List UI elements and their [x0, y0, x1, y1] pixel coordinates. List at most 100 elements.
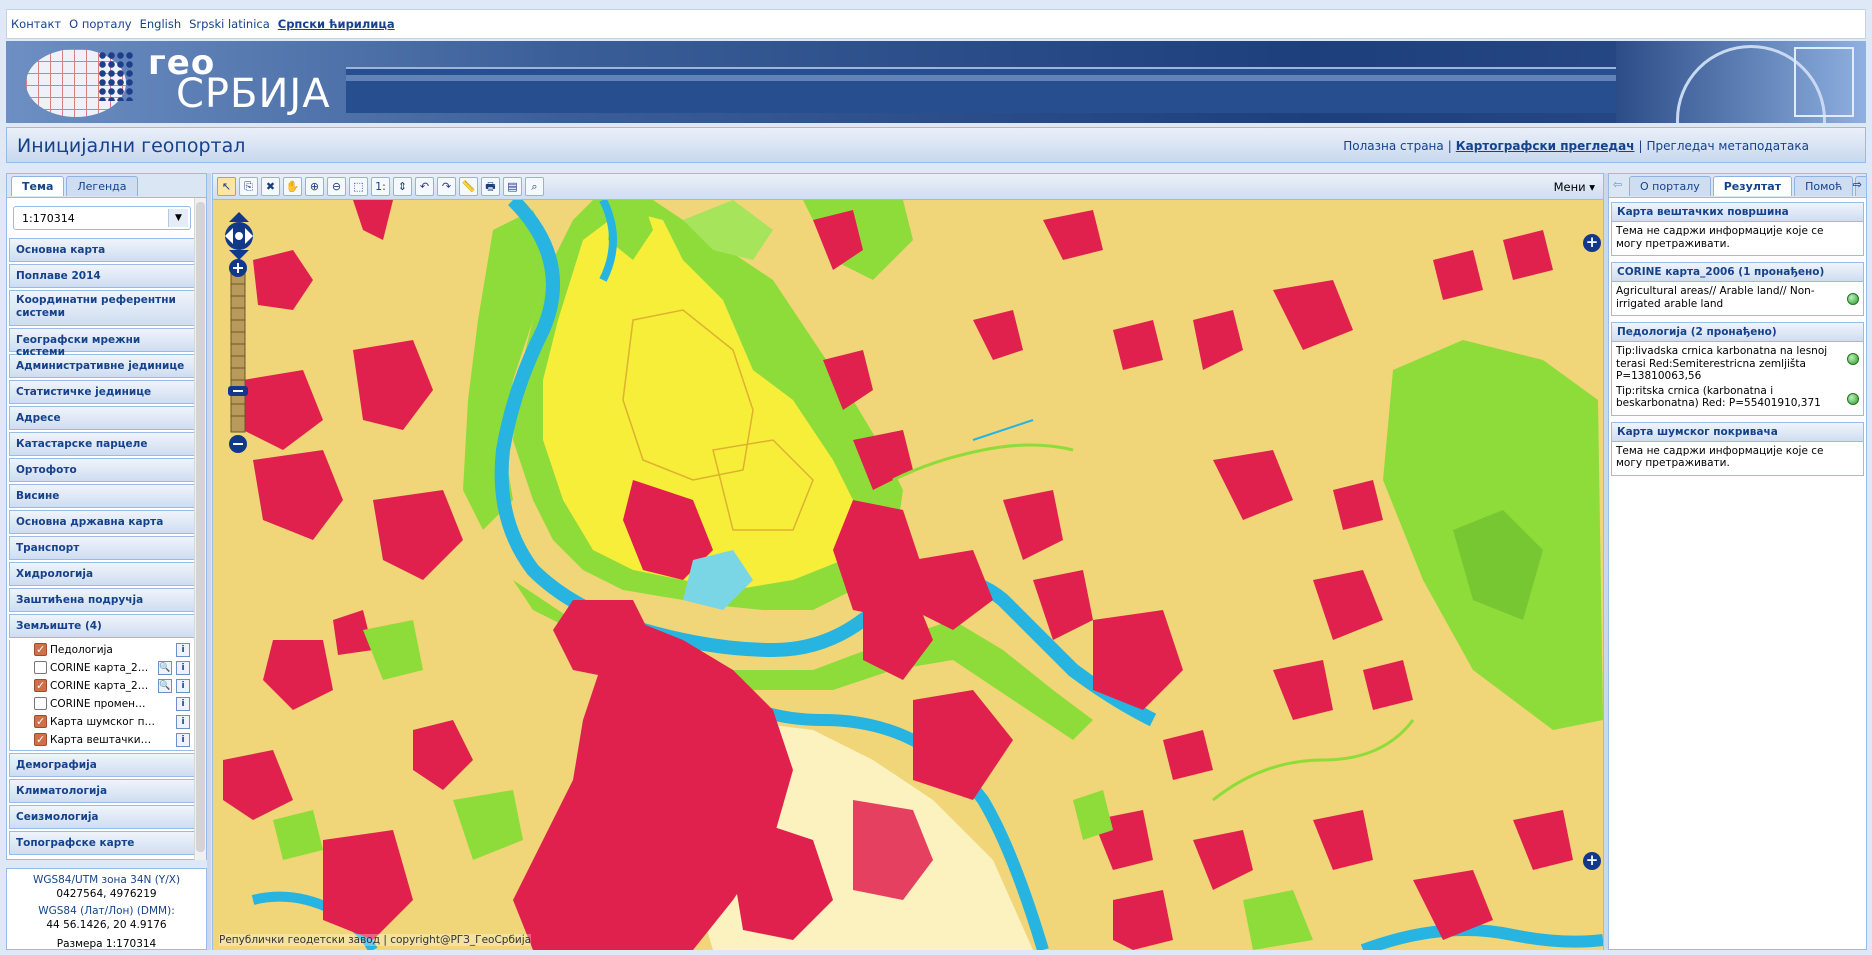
globe-icon[interactable] [1847, 353, 1859, 365]
layer-category[interactable]: Адресе [9, 406, 195, 430]
result-text: Тема не садржи информације које се могу … [1616, 444, 1824, 470]
globe-icon[interactable] [1847, 392, 1859, 405]
dmm-value: 44 56.1426, 20 4.9176 [46, 919, 167, 931]
info-icon[interactable]: i [176, 715, 190, 729]
top-link[interactable]: Контакт [11, 17, 61, 31]
zoom-in-icon[interactable]: ⊕ [305, 177, 324, 196]
nav-link[interactable]: Прегледач метаподатака [1647, 139, 1810, 153]
zoom-to-layer-icon[interactable]: 🔍 [158, 661, 172, 675]
tab-left-0[interactable]: Тема [11, 176, 65, 196]
layer-category[interactable]: Поплаве 2014 [9, 264, 195, 288]
expand-plus-icon[interactable]: + [1583, 234, 1601, 252]
result-item: Tip:ritska crnica (karbonatna i beskarbo… [1616, 385, 1859, 410]
select-icon[interactable]: ↖ [217, 177, 236, 196]
scale-readout: Размера 1:170314 [56, 938, 157, 950]
tab-right-0[interactable]: О порталу [1629, 176, 1711, 196]
menu-button[interactable]: Мени ▾ [1554, 180, 1595, 194]
layer-category[interactable]: Катастарске парцеле [9, 432, 195, 456]
coordinates-box: WGS84/UTM зона 34N (Y/X) 0427564, 497621… [6, 868, 207, 950]
scale-select[interactable]: 1:170314 ▼ [13, 206, 191, 230]
sublayer-row: CORINE карта_2… 🔍 i [10, 659, 194, 677]
page-title: Иницијални геопортал [17, 135, 246, 157]
right-tabs: ⇦ О порталуРезултатПомоћП ⇨ [1609, 174, 1866, 198]
forward-icon[interactable]: ↷ [437, 177, 456, 196]
info-icon[interactable]: i [176, 643, 190, 657]
layer-category[interactable]: Ортофото [9, 458, 195, 482]
identify-icon[interactable]: ⎘ [239, 177, 258, 196]
dmm-label: WGS84 (Лат/Лон) (DMM): [38, 905, 175, 917]
expand-plus-icon[interactable]: + [1583, 852, 1601, 870]
print-icon[interactable]: 🖶 [481, 177, 500, 196]
left-splitter[interactable] [207, 173, 211, 950]
sublayer-checkbox[interactable] [34, 697, 47, 710]
zoom-scale-icon[interactable]: 1: [371, 177, 390, 196]
scrollbar-thumb[interactable] [196, 202, 205, 852]
sublayer-list: ПедологијаiCORINE карта_2…🔍iCORINE карта… [9, 640, 195, 751]
result-group-title[interactable]: Карта шумског покривача [1611, 421, 1864, 442]
result-group-title[interactable]: Педологија (2 пронађено) [1611, 322, 1864, 342]
scale-select-value: 1:170314 [22, 212, 75, 225]
globe-icon[interactable] [1847, 293, 1859, 305]
info-icon[interactable]: i [176, 733, 190, 747]
report-icon[interactable]: ▤ [503, 177, 522, 196]
top-link[interactable]: О порталу [69, 17, 131, 31]
info-icon[interactable]: i [176, 661, 190, 675]
layer-category[interactable]: Заштићена подручја [9, 588, 195, 612]
layer-category[interactable]: Транспорт [9, 536, 195, 560]
logo-pixel-icon [98, 51, 134, 101]
tab-right-2[interactable]: Помоћ [1794, 176, 1854, 196]
layer-category[interactable]: Демографија [9, 753, 195, 777]
zoom-box-icon[interactable]: ⬚ [349, 177, 368, 196]
back-icon[interactable]: ↶ [415, 177, 434, 196]
layer-category[interactable]: Географски мрежни системи [9, 328, 195, 358]
clear-icon[interactable]: ✖ [261, 177, 280, 196]
top-link[interactable]: Српски ћирилица [278, 17, 395, 31]
sublayer-checkbox[interactable] [34, 641, 47, 659]
pan-control[interactable] [221, 210, 257, 264]
layer-category[interactable]: Топографске карте [9, 831, 195, 855]
sublayer-label: CORINE карта_2… [50, 680, 149, 692]
layer-category[interactable]: Хидрологија [9, 562, 195, 586]
nav-link[interactable]: Полазна страна [1343, 139, 1444, 153]
result-group-body: Tip:livadska crnica karbonatna na lesnoj… [1611, 342, 1864, 416]
info-icon[interactable]: i [176, 697, 190, 711]
tab-left-1[interactable]: Легенда [66, 176, 138, 196]
utm-value: 0427564, 4976219 [56, 888, 157, 900]
sublayer-checkbox[interactable] [34, 677, 47, 695]
sublayer-checkbox[interactable] [34, 713, 47, 731]
layer-category[interactable]: Координатни референтни системи [9, 290, 195, 326]
layer-category[interactable]: Висине [9, 484, 195, 508]
pan-icon[interactable]: ✋ [283, 177, 302, 196]
zoom-slider[interactable] [228, 258, 248, 454]
layer-category[interactable]: Основна државна карта [9, 510, 195, 534]
tab-scroll-right-icon[interactable]: ⇨ [1853, 178, 1862, 191]
result-group-body: Agricultural areas// Arable land// Non-i… [1611, 282, 1864, 316]
map-toolbar: Мени ▾ ↖ ⎘ ✖ ✋ ⊕ ⊖ ⬚ 1: ⇕ ↶ ↷ 📏 🖶 ▤ ⌕ [213, 174, 1603, 200]
logo-srbija: СРБИЈА [176, 71, 331, 117]
info-icon[interactable]: i [176, 679, 190, 693]
measure-icon[interactable]: 📏 [459, 177, 478, 196]
chevron-down-icon[interactable]: ▼ [168, 209, 188, 227]
search-icon[interactable]: ⌕ [525, 177, 544, 196]
layer-category[interactable]: Основна карта [9, 238, 195, 262]
layer-category[interactable]: Сеизмологија [9, 805, 195, 829]
nav-link[interactable]: Картографски прегледач [1456, 139, 1635, 153]
layer-category[interactable]: Статистичке јединице [9, 380, 195, 404]
zoom-to-layer-icon[interactable]: 🔍 [158, 679, 172, 693]
layer-category[interactable]: Климатологија [9, 779, 195, 803]
map-canvas[interactable]: + + Републички геодетски завод | copyrig… [213, 200, 1603, 950]
result-group-title[interactable]: Карта вештачких површина [1611, 202, 1864, 222]
tab-scroll-left-icon[interactable]: ⇦ [1613, 178, 1622, 191]
sublayer-checkbox[interactable] [34, 731, 47, 749]
left-scrollbar[interactable] [194, 198, 206, 860]
sublayer-label: Педологија [50, 644, 113, 656]
zoom-out-icon[interactable]: ⊖ [327, 177, 346, 196]
zoom-extent-icon[interactable]: ⇕ [393, 177, 412, 196]
tab-right-1[interactable]: Резултат [1712, 176, 1793, 196]
nav-separator: | [1447, 139, 1452, 153]
layer-category[interactable]: Земљиште (4) [9, 614, 195, 638]
sublayer-checkbox[interactable] [34, 661, 47, 674]
top-link[interactable]: Srpski latinica [189, 17, 270, 31]
result-group-title[interactable]: CORINE карта_2006 (1 пронађено) [1611, 262, 1864, 282]
top-link[interactable]: English [140, 17, 182, 31]
